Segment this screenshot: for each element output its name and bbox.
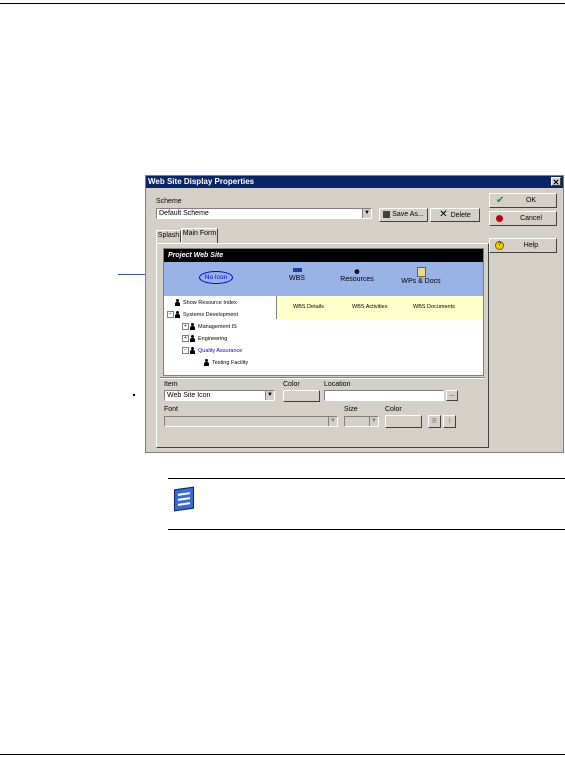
person-icon (204, 359, 209, 366)
form-divider (160, 377, 485, 379)
minus-icon[interactable]: − (182, 347, 189, 354)
tab-main-form[interactable]: Main Form (181, 228, 218, 243)
italic-label: I (448, 418, 451, 425)
chevron-down-icon[interactable]: ▼ (362, 209, 371, 218)
size-label: Size (344, 406, 358, 413)
web-site-preview: Project Web Site No Icon WBS ☻ Resources… (163, 248, 484, 376)
note-box (168, 478, 565, 530)
tree-label: Show Resource Index (183, 299, 237, 306)
tree-label: Testing Facility (212, 359, 249, 366)
ok-button[interactable]: ✔ OK (489, 193, 557, 208)
toolbar-resources[interactable]: ☻ Resources (332, 267, 382, 283)
close-icon[interactable]: ✕ (551, 177, 561, 187)
item-select[interactable]: Web Site Icon ▼ (164, 390, 275, 401)
resource-tree: Show Resource Index − Systems Development… (164, 296, 276, 374)
font-select[interactable]: ▼ (164, 416, 338, 427)
main-form-panel: Project Web Site No Icon WBS ☻ Resources… (156, 243, 489, 448)
delete-icon: ✕ (439, 209, 448, 220)
bold-label: B (432, 418, 437, 425)
item-value: Web Site Icon (167, 392, 211, 399)
bottom-rule (0, 754, 565, 755)
wbs-tab-bar: WBS Details WBS Activities WBS Documents (276, 296, 483, 319)
preview-title: Project Web Site (164, 249, 483, 262)
chevron-down-icon[interactable]: ▼ (369, 417, 378, 426)
wbs-details-tab[interactable]: WBS Details (293, 304, 324, 310)
tree-item[interactable]: + Management IS (182, 323, 237, 330)
location-label: Location (324, 381, 351, 388)
tree-item[interactable]: Testing Facility (204, 359, 248, 366)
delete-button[interactable]: ✕ Delete (430, 208, 480, 222)
scheme-label: Scheme (156, 198, 182, 205)
toolbar-wbs[interactable]: WBS (272, 268, 322, 282)
browse-button[interactable]: ... (446, 390, 458, 401)
tab-splash[interactable]: Splash (156, 230, 181, 242)
person-icon (190, 335, 195, 342)
person-icon (190, 347, 195, 354)
color-label: Color (283, 381, 300, 388)
save-as-button[interactable]: Save As... (379, 208, 428, 222)
person-icon (190, 323, 195, 330)
chevron-down-icon[interactable]: ▼ (265, 391, 274, 400)
save-icon (383, 210, 391, 218)
wbs-documents-tab[interactable]: WBS Documents (413, 304, 455, 310)
preview-toolbar: No Icon WBS ☻ Resources WPs & Docs (164, 262, 483, 296)
tree-label: Systems Development (183, 311, 239, 318)
scheme-select[interactable]: Default Scheme ▼ (156, 208, 372, 219)
tab-splash-label: Splash (157, 232, 180, 239)
tree-item[interactable]: − Systems Development (167, 311, 238, 318)
scheme-value: Default Scheme (159, 210, 209, 217)
minus-icon[interactable]: − (167, 311, 174, 318)
browse-label: ... (449, 391, 455, 398)
font-label: Font (164, 406, 179, 413)
italic-button[interactable]: I (443, 415, 456, 428)
location-input[interactable] (324, 390, 444, 401)
bold-button[interactable]: B (428, 415, 441, 428)
note-icon (174, 486, 194, 512)
item-callout-dot (133, 394, 135, 396)
wbs-icon (292, 268, 302, 272)
documents-icon (416, 267, 426, 277)
toolbar-wbs-label: WBS (289, 275, 305, 282)
no-icon-label: No Icon (204, 274, 228, 281)
person-icon (175, 299, 180, 306)
save-as-label: Save As... (392, 211, 424, 218)
toolbar-resources-label: Resources (340, 276, 374, 283)
tree-item[interactable]: − Quality Assurance (182, 347, 242, 354)
font-color-button[interactable] (385, 415, 422, 428)
tree-item[interactable]: Show Resource Index (175, 299, 237, 306)
toolbar-wps-docs[interactable]: WPs & Docs (396, 267, 446, 285)
tree-item[interactable]: + Engineering (182, 335, 227, 342)
help-icon: ? (495, 241, 504, 250)
wbs-activities-tab[interactable]: WBS Activities (352, 304, 387, 310)
toolbar-wps-docs-label: WPs & Docs (401, 278, 441, 285)
cancel-label: Cancel (520, 215, 542, 222)
dialog-window: Web Site Display Properties ✕ Scheme Def… (145, 175, 564, 453)
ok-label: OK (525, 197, 537, 204)
cancel-icon (496, 215, 503, 222)
tree-label: Quality Assurance (198, 347, 243, 354)
size-select[interactable]: ▼ (344, 416, 379, 427)
plus-icon[interactable]: + (182, 335, 189, 342)
no-icon-oval[interactable]: No Icon (199, 271, 233, 284)
delete-label: Delete (450, 211, 471, 219)
checkmark-icon: ✔ (496, 195, 505, 206)
top-rule (0, 3, 565, 4)
chevron-down-icon[interactable]: ▼ (328, 417, 337, 426)
help-label: Help (523, 242, 539, 249)
font-color-label: Color (385, 406, 402, 413)
resources-icon: ☻ (352, 267, 362, 276)
tree-label: Engineering (198, 335, 228, 342)
dialog-titlebar: Web Site Display Properties ✕ (146, 176, 563, 188)
cancel-button[interactable]: Cancel (489, 211, 557, 226)
tab-main-form-label: Main Form (182, 230, 217, 237)
item-label: Item (164, 381, 178, 388)
color-button[interactable] (283, 390, 320, 402)
plus-icon[interactable]: + (182, 323, 189, 330)
person-icon (175, 311, 180, 318)
tree-label: Management IS (198, 323, 237, 330)
dialog-title: Web Site Display Properties (148, 177, 255, 186)
help-button[interactable]: ? Help (489, 238, 557, 253)
